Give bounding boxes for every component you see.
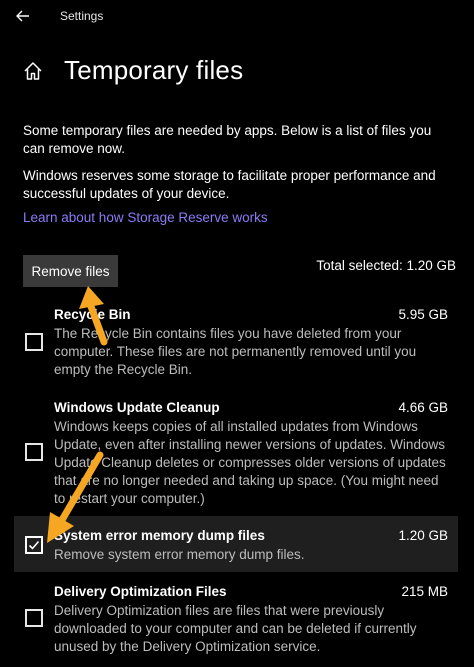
annotation-arrows [47, 286, 108, 543]
annotation-arrow-checkbox [47, 451, 104, 543]
annotation-arrow-remove [79, 286, 108, 346]
